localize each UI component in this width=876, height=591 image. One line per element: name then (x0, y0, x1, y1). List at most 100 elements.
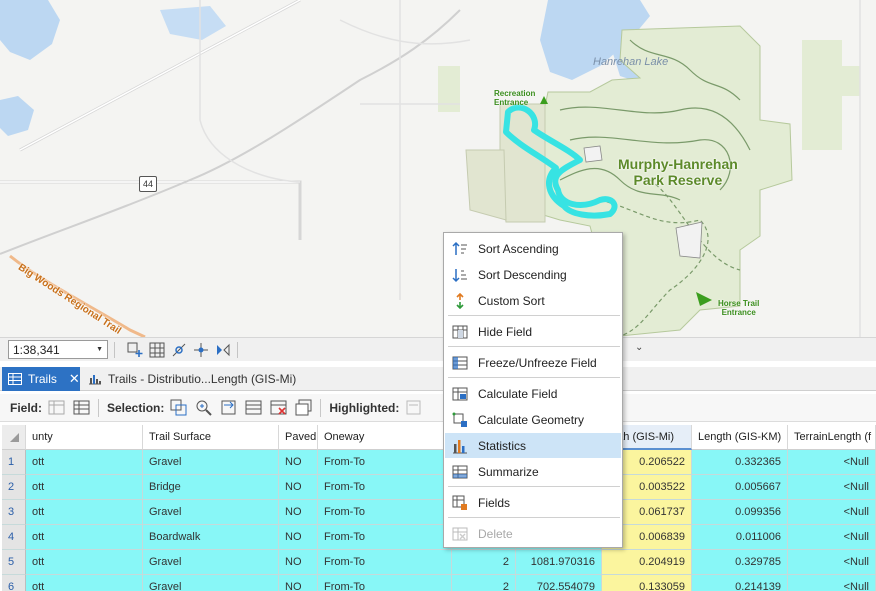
column-header-county[interactable]: unty (26, 425, 143, 450)
cell-county[interactable]: ott (26, 575, 143, 591)
cell-terrain-length[interactable]: <Null (788, 500, 876, 525)
column-header-length-km[interactable]: Length (GIS-KM) (692, 425, 788, 450)
cell-terrain-length[interactable]: <Null (788, 525, 876, 550)
table-row[interactable]: 2 ott Bridge NO From-To 0.003522 0.005667 <Null (2, 475, 876, 500)
cell-oneway[interactable]: From-To (318, 550, 452, 575)
menu-separator (448, 486, 620, 487)
table-row[interactable]: 6 ott Gravel NO From-To 2 702.554079 0.133059 0.… (2, 575, 876, 591)
row-id[interactable]: 1 (2, 450, 26, 475)
row-id[interactable]: 3 (2, 500, 26, 525)
attribute-table[interactable]: unty Trail Surface Paved Oneway ngth (GI… (2, 425, 876, 591)
menu-item-statistics[interactable]: Statistics (445, 433, 621, 458)
cell-terrain-length[interactable]: <Null (788, 475, 876, 500)
menu-item-calculate-field[interactable]: Calculate Field (445, 381, 621, 406)
cell-oneway[interactable]: From-To (318, 450, 452, 475)
cell-length-km[interactable]: 0.329785 (692, 550, 788, 575)
cell-paved[interactable]: NO (279, 550, 318, 575)
cell-oneway[interactable]: From-To (318, 475, 452, 500)
table-row[interactable]: 5 ott Gravel NO From-To 2 1081.970316 0.204919 0… (2, 550, 876, 575)
tab-distribution-chart[interactable]: Trails - Distributio...Length (GIS-Mi) (86, 367, 296, 391)
horse-entrance-line1: Horse Trail (718, 299, 760, 308)
cell-col6[interactable]: 702.554079 (516, 575, 602, 591)
tab-trails[interactable]: Trails ✕ (2, 367, 80, 391)
switch-selection-icon[interactable] (220, 399, 237, 416)
cell-oneway[interactable]: From-To (318, 525, 452, 550)
cell-terrain-length[interactable]: <Null (788, 450, 876, 475)
cell-county[interactable]: ott (26, 500, 143, 525)
clear-selection-icon[interactable] (270, 399, 287, 416)
cell-trail-surface[interactable]: Gravel (143, 500, 279, 525)
cell-col6[interactable]: 1081.970316 (516, 550, 602, 575)
snapping-icon[interactable] (171, 342, 187, 358)
cell-county[interactable]: ott (26, 450, 143, 475)
select-all-icon[interactable] (245, 399, 262, 416)
grid-icon[interactable] (149, 342, 165, 358)
cell-paved[interactable]: NO (279, 525, 318, 550)
cell-length-km[interactable]: 0.005667 (692, 475, 788, 500)
cell-trail-surface[interactable]: Boardwalk (143, 525, 279, 550)
row-id[interactable]: 2 (2, 475, 26, 500)
cell-length-km[interactable]: 0.332365 (692, 450, 788, 475)
cell-county[interactable]: ott (26, 550, 143, 575)
table-row[interactable]: 1 ott Gravel NO From-To 0.206522 0.332365 <Null (2, 450, 876, 475)
scale-select[interactable]: 1:38,341 ▼ (8, 340, 108, 359)
toolbar-divider (320, 398, 322, 417)
row-id[interactable]: 6 (2, 575, 26, 591)
cell-col5[interactable]: 2 (452, 575, 516, 591)
table-row[interactable]: 4 ott Boardwalk NO From-To 0.006839 0.011006 <N… (2, 525, 876, 550)
cell-county[interactable]: ott (26, 525, 143, 550)
cell-col5[interactable]: 2 (452, 550, 516, 575)
column-header-terrain-length[interactable]: TerrainLength (f (788, 425, 876, 450)
menu-item-sort-ascending[interactable]: Sort Ascending (445, 236, 621, 261)
cell-county[interactable]: ott (26, 475, 143, 500)
cell-paved[interactable]: NO (279, 450, 318, 475)
map-view[interactable]: Hanrehan Lake Murphy-Hanrehan Park Reser… (0, 0, 876, 337)
menu-item-fields[interactable]: Fields (445, 490, 621, 515)
field-view-icon[interactable] (73, 399, 90, 416)
close-icon[interactable]: ✕ (69, 371, 80, 387)
cell-paved[interactable]: NO (279, 575, 318, 591)
crosshair-icon[interactable] (193, 342, 209, 358)
column-header-trail-surface[interactable]: Trail Surface (143, 425, 279, 450)
cell-length-km[interactable]: 0.214139 (692, 575, 788, 591)
row-id[interactable]: 5 (2, 550, 26, 575)
switch-highlighted-icon[interactable] (405, 399, 422, 416)
zoom-to-selection-icon[interactable] (195, 399, 213, 416)
column-header-oneway[interactable]: Oneway (318, 425, 452, 450)
selection-label: Selection: (107, 400, 165, 415)
row-id[interactable]: 4 (2, 525, 26, 550)
menu-item-calculate-geometry[interactable]: Calculate Geometry (445, 407, 621, 432)
cell-paved[interactable]: NO (279, 500, 318, 525)
cell-paved[interactable]: NO (279, 475, 318, 500)
cell-trail-surface[interactable]: Bridge (143, 475, 279, 500)
cell-terrain-length[interactable]: <Null (788, 575, 876, 591)
column-header-paved[interactable]: Paved (279, 425, 318, 450)
menu-item-custom-sort[interactable]: Custom Sort (445, 288, 621, 313)
table-toolbar: Field: Selection: Highlighted: (0, 394, 876, 422)
cell-length-mi[interactable]: 0.204919 (602, 550, 692, 575)
cell-terrain-length[interactable]: <Null (788, 550, 876, 575)
grid-add-icon[interactable] (127, 342, 143, 358)
cell-length-km[interactable]: 0.011006 (692, 525, 788, 550)
cell-oneway[interactable]: From-To (318, 500, 452, 525)
highlighted-label: Highlighted: (329, 400, 400, 415)
cell-oneway[interactable]: From-To (318, 575, 452, 591)
cell-length-km[interactable]: 0.099356 (692, 500, 788, 525)
cell-trail-surface[interactable]: Gravel (143, 550, 279, 575)
add-field-icon[interactable] (48, 399, 65, 416)
cell-trail-surface[interactable]: Gravel (143, 450, 279, 475)
menu-item-sort-descending[interactable]: Sort Descending (445, 262, 621, 287)
select-by-attributes-icon[interactable] (170, 399, 187, 416)
cell-length-mi[interactable]: 0.133059 (602, 575, 692, 591)
menu-item-hide-field[interactable]: Hide Field (445, 319, 621, 344)
menu-item-label: Freeze/Unfreeze Field (478, 355, 597, 370)
table-row[interactable]: 3 ott Gravel NO From-To 0.061737 0.099356 <Null (2, 500, 876, 525)
menu-item-freeze-field[interactable]: Freeze/Unfreeze Field (445, 350, 621, 375)
menu-item-summarize[interactable]: Summarize (445, 459, 621, 484)
header-corner[interactable] (2, 425, 26, 450)
chevron-down-icon[interactable]: ⌄ (635, 342, 643, 353)
flip-icon[interactable] (215, 342, 231, 358)
horse-entrance-line2: Entrance (721, 308, 756, 317)
cell-trail-surface[interactable]: Gravel (143, 575, 279, 591)
copy-selection-icon[interactable] (295, 399, 312, 416)
